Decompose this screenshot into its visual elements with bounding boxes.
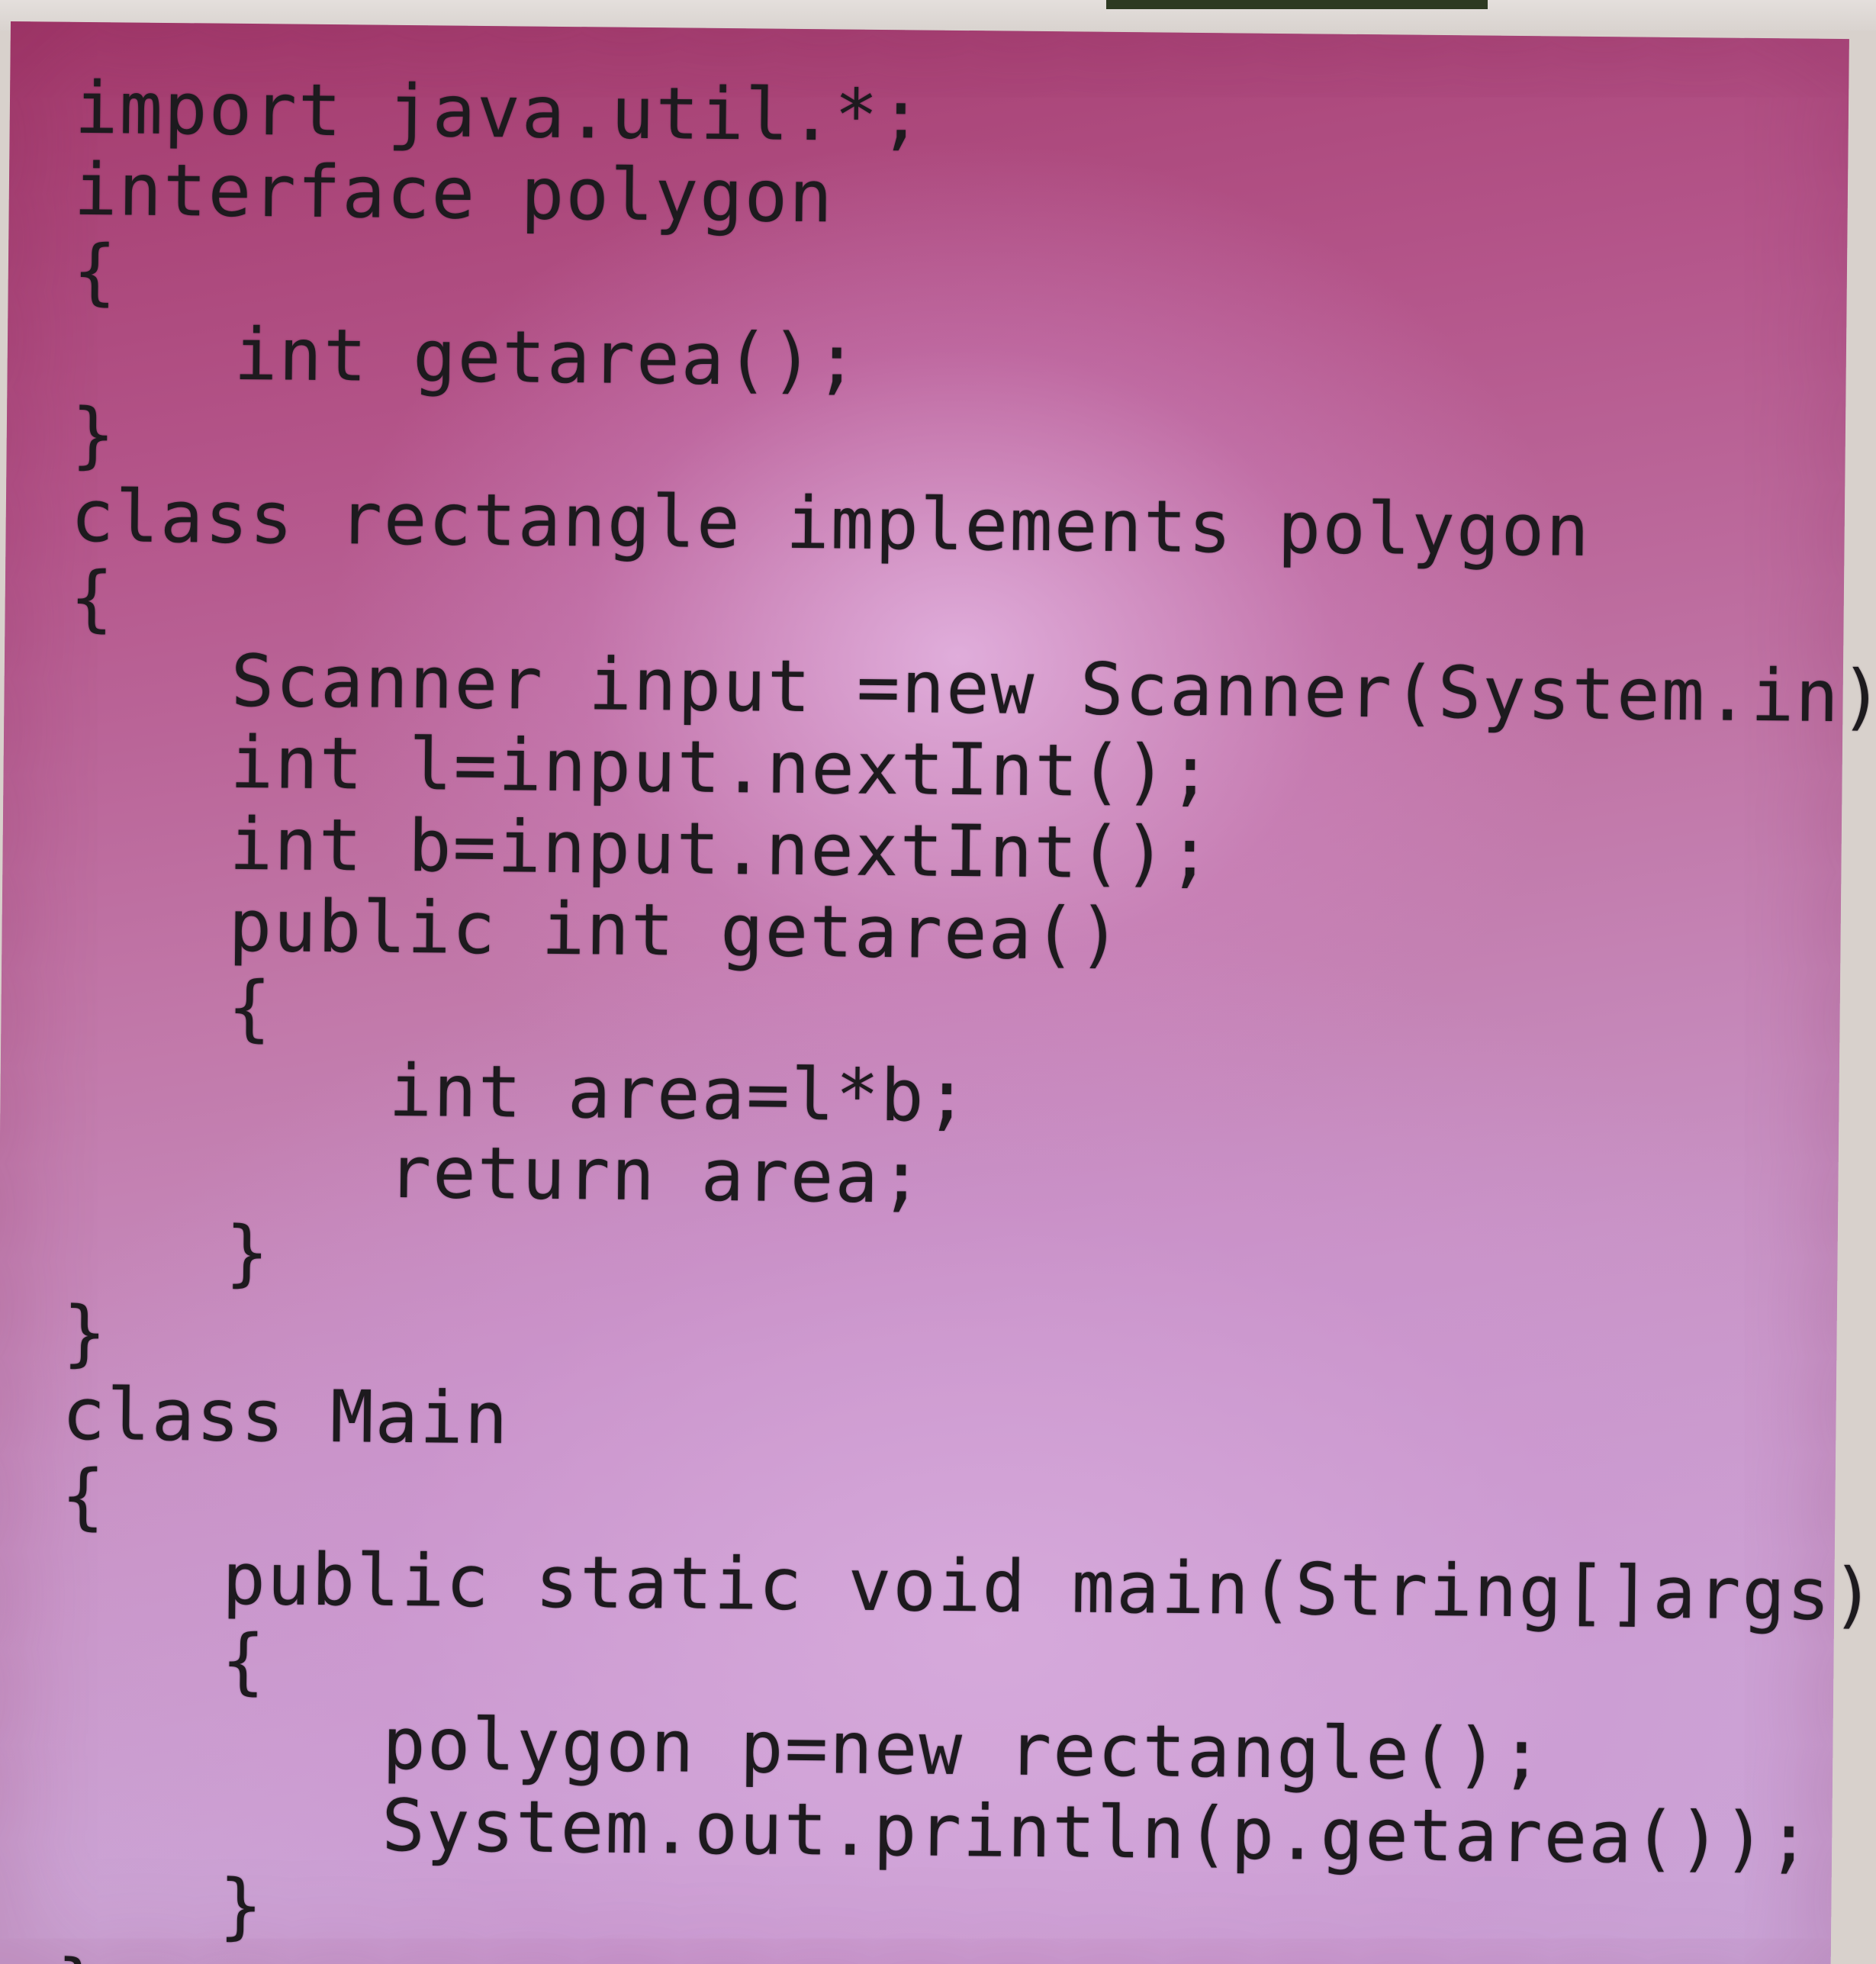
code-line: public int getarea() <box>228 884 1123 977</box>
code-line: interface polygon <box>73 148 835 240</box>
code-line: class Main <box>61 1373 510 1461</box>
code-screen: import java.util.*; interface polygon{int… <box>0 21 1876 1964</box>
photo-frame: import java.util.*; interface polygon{int… <box>0 0 1876 1964</box>
code-editor: import java.util.*; interface polygon{int… <box>56 67 1876 1964</box>
monitor-edge <box>1106 0 1488 9</box>
code-line: int getarea(); <box>233 313 861 403</box>
code-line: public static void main(String[]args) <box>221 1537 1876 1637</box>
code-line: class rectangle implements polygon <box>70 475 1591 573</box>
